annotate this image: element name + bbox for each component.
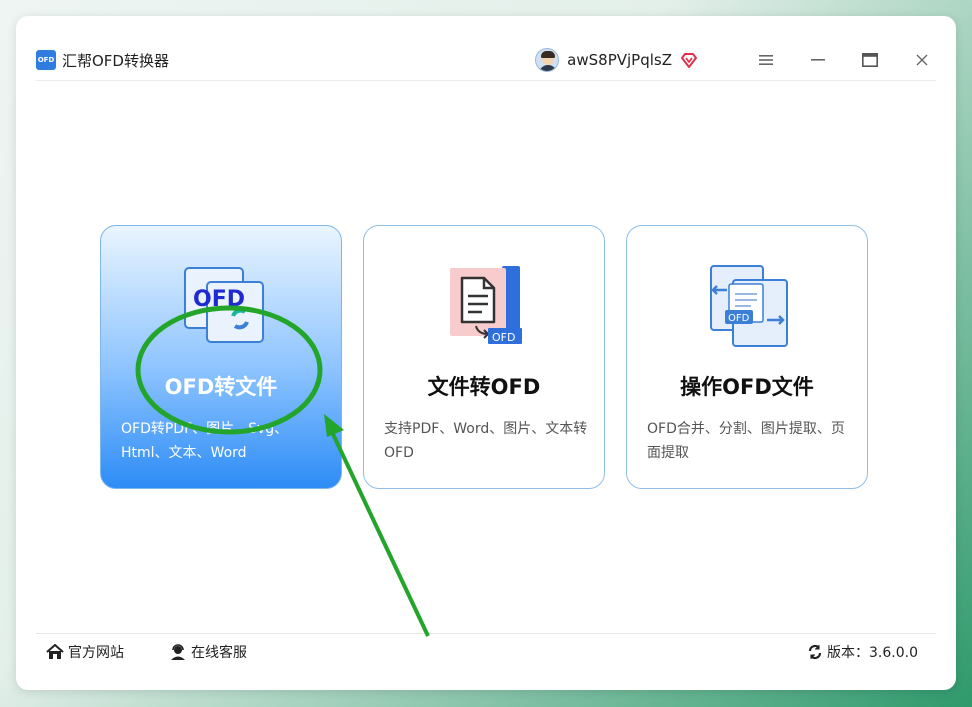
title-divider — [36, 80, 936, 81]
customer-service-icon — [171, 644, 185, 660]
minimize-button[interactable] — [804, 46, 832, 74]
card-description: OFD合并、分割、图片提取、页面提取 — [647, 421, 845, 461]
card-title: OFD转文件 — [164, 375, 278, 399]
user-avatar[interactable] — [535, 48, 560, 72]
card-ofd-to-file[interactable]: OFD OFD转文件 OFD转PDF、图片、Svg、Html、文本、Word — [100, 225, 342, 489]
app-logo-icon: OFD — [36, 50, 56, 70]
official-website-label: 官方网站 — [68, 645, 124, 661]
version-info[interactable]: 版本：3.6.0.0 — [807, 642, 918, 662]
card-title: 操作OFD文件 — [680, 375, 814, 399]
menu-icon — [759, 55, 773, 65]
official-website-link[interactable]: 官方网站 — [46, 642, 124, 662]
app-title: 汇帮OFD转换器 — [62, 51, 169, 70]
svg-text:OFD: OFD — [193, 287, 245, 312]
close-button[interactable] — [908, 46, 936, 74]
svg-text:OFD: OFD — [492, 331, 515, 344]
file-to-ofd-icon: OFD — [450, 266, 522, 344]
card-operate-ofd[interactable]: OFD 操作OFD文件 OFD合并、分割、图片提取、页面提取 — [626, 225, 868, 489]
card-title: 文件转OFD — [427, 375, 541, 399]
home-icon — [46, 644, 64, 659]
app-window: OFD 汇帮OFD转换器 awS8PVjPqlsZ OFD OFD转文件 OFD… — [16, 16, 956, 690]
vip-diamond-icon[interactable] — [680, 51, 698, 69]
footer-divider — [36, 633, 936, 634]
title-bar: OFD 汇帮OFD转换器 awS8PVjPqlsZ — [36, 36, 936, 84]
footer: 官方网站 在线客服 版本：3.6.0.0 — [46, 640, 918, 664]
menu-button[interactable] — [752, 46, 780, 74]
username[interactable]: awS8PVjPqlsZ — [567, 51, 672, 69]
operate-ofd-icon: OFD — [710, 265, 788, 347]
ofd-to-file-icon: OFD — [184, 267, 264, 343]
svg-text:OFD: OFD — [728, 313, 750, 324]
card-description: OFD转PDF、图片、Svg、Html、文本、Word — [121, 421, 289, 461]
maximize-button[interactable] — [856, 46, 884, 74]
maximize-icon — [862, 53, 878, 67]
online-service-link[interactable]: 在线客服 — [169, 642, 247, 662]
minimize-icon — [811, 59, 825, 61]
refresh-icon — [808, 644, 822, 660]
version-label: 版本：3.6.0.0 — [827, 645, 918, 661]
close-icon — [916, 54, 928, 66]
card-description: 支持PDF、Word、图片、文本转OFD — [384, 421, 588, 461]
card-file-to-ofd[interactable]: OFD 文件转OFD 支持PDF、Word、图片、文本转OFD — [363, 225, 605, 489]
online-service-label: 在线客服 — [191, 645, 247, 661]
